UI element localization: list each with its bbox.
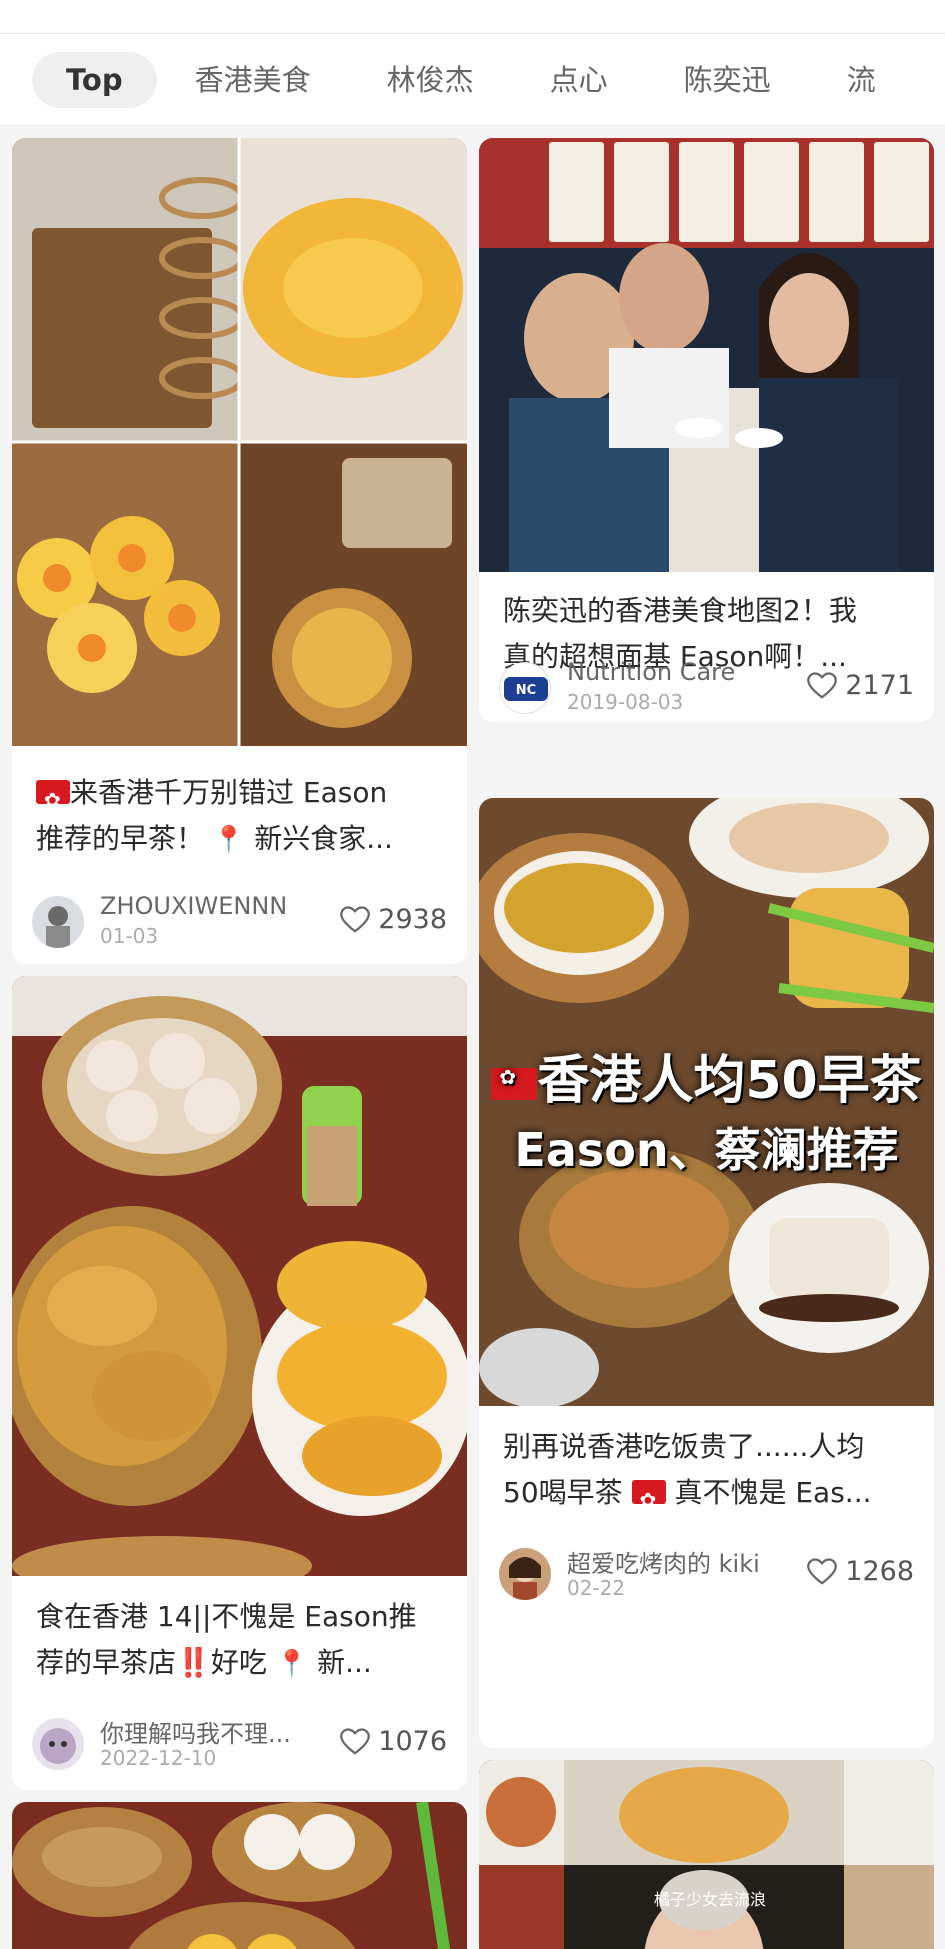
note-title-line2: 荐的早茶店 bbox=[36, 1646, 177, 1679]
note-title-line1: 食在香港 14||不愧是 Eason推 bbox=[36, 1600, 417, 1633]
author-name[interactable]: Nutrition Care bbox=[567, 658, 735, 686]
note-card[interactable]: 来香港千万别错过 Eason 推荐的早茶！ 📍 新兴食家... ZHOUXIWE… bbox=[12, 138, 467, 964]
avatar[interactable] bbox=[32, 1718, 84, 1770]
tab-more[interactable]: 流 bbox=[809, 52, 914, 108]
watermark-text: 橘子少女去流浪 bbox=[654, 1890, 766, 1909]
author-name[interactable]: ZHOUXIWENNN bbox=[100, 892, 287, 920]
note-title-line1: 陈奕迅的香港美食地图2！我 bbox=[503, 594, 857, 627]
masonry-feed: 来香港千万别错过 Eason 推荐的早茶！ 📍 新兴食家... ZHOUXIWE… bbox=[0, 126, 945, 1949]
note-meta: ZHOUXIWENNN 01-03 2938 bbox=[32, 890, 447, 950]
note-title-line1: 别再说香港吃饭贵了......人均 bbox=[503, 1430, 865, 1463]
note-card[interactable]: 橘子少女去流浪 bbox=[479, 1760, 934, 1949]
tab-hk-food[interactable]: 香港美食 bbox=[157, 52, 349, 108]
like-count: 2171 bbox=[845, 670, 914, 701]
tab-top[interactable]: Top bbox=[32, 51, 157, 108]
tab-eason-chan[interactable]: 陈奕迅 bbox=[646, 52, 809, 108]
pin-icon: 📍 bbox=[275, 1649, 309, 1679]
heart-icon bbox=[340, 1727, 371, 1755]
post-date: 2019-08-03 bbox=[567, 690, 684, 714]
svg-text:NC: NC bbox=[516, 683, 536, 698]
tab-jj-lin[interactable]: 林俊杰 bbox=[349, 52, 512, 108]
note-card[interactable]: 陈奕迅的香港美食地图2！我 真的超想面基 Eason啊！... NC Nutri… bbox=[479, 138, 934, 722]
note-title-end: 新... bbox=[317, 1646, 372, 1679]
heart-icon bbox=[340, 905, 371, 933]
author-name[interactable]: 你理解吗我不理... bbox=[100, 1714, 291, 1749]
note-title-line1: 来香港千万别错过 Eason bbox=[70, 776, 388, 809]
note-title: 来香港千万别错过 Eason 推荐的早茶！ 📍 新兴食家... bbox=[36, 770, 447, 863]
note-title: 食在香港 14||不愧是 Eason推 荐的早茶店‼️好吃 📍 新... bbox=[36, 1594, 447, 1687]
double-exclamation-icon: ‼️ bbox=[176, 1646, 211, 1679]
post-date: 2022-12-10 bbox=[100, 1746, 217, 1770]
like-count: 1268 bbox=[845, 1556, 914, 1587]
like-button[interactable]: 2938 bbox=[340, 904, 447, 935]
like-button[interactable]: 2171 bbox=[807, 670, 914, 701]
avatar[interactable]: NC bbox=[499, 662, 551, 714]
note-cover-image[interactable] bbox=[12, 138, 467, 746]
like-button[interactable]: 1076 bbox=[340, 1726, 447, 1757]
note-card[interactable]: 香港人均50早茶 Eason、蔡澜推荐 别再说香港吃饭贵了......人均 50… bbox=[479, 798, 934, 1748]
note-cover-image[interactable] bbox=[12, 1802, 467, 1949]
status-strip bbox=[0, 0, 945, 34]
note-cover-image[interactable] bbox=[479, 138, 934, 572]
note-title-line2: 50喝早茶 bbox=[503, 1476, 623, 1509]
note-title: 别再说香港吃饭贵了......人均 50喝早茶 真不愧是 Eas... bbox=[503, 1424, 914, 1516]
tab-dim-sum[interactable]: 点心 bbox=[512, 52, 646, 108]
note-title-line2: 推荐的早茶！ bbox=[36, 822, 205, 855]
like-count: 2938 bbox=[378, 904, 447, 935]
hk-flag-icon bbox=[491, 1065, 538, 1100]
avatar[interactable] bbox=[499, 1548, 551, 1600]
avatar[interactable] bbox=[32, 896, 84, 948]
note-cover-image[interactable]: 香港人均50早茶 Eason、蔡澜推荐 bbox=[479, 798, 934, 1406]
pin-icon: 📍 bbox=[212, 825, 246, 855]
hk-flag-icon bbox=[36, 777, 70, 823]
note-meta: 你理解吗我不理... 2022-12-10 1076 bbox=[32, 1712, 447, 1772]
note-meta: NC Nutrition Care 2019-08-03 2171 bbox=[499, 656, 914, 716]
hk-flag-icon bbox=[631, 1477, 666, 1516]
note-title-tail: 好吃 bbox=[210, 1646, 267, 1679]
cover-overlay-title: 香港人均50早茶 bbox=[479, 1038, 934, 1113]
like-count: 1076 bbox=[378, 1726, 447, 1757]
note-title-tail: 新兴食家... bbox=[254, 822, 393, 855]
heart-icon bbox=[807, 671, 838, 699]
post-date: 01-03 bbox=[100, 924, 159, 948]
note-card[interactable] bbox=[12, 1802, 467, 1949]
note-card[interactable]: 食在香港 14||不愧是 Eason推 荐的早茶店‼️好吃 📍 新... 你理解… bbox=[12, 976, 467, 1790]
post-date: 02-22 bbox=[567, 1576, 626, 1600]
note-cover-image[interactable] bbox=[12, 976, 467, 1576]
cover-overlay-subtitle: Eason、蔡澜推荐 bbox=[514, 1123, 899, 1177]
note-cover-image[interactable]: 橘子少女去流浪 bbox=[479, 1760, 934, 1949]
note-title-tail: 真不愧是 Eas... bbox=[674, 1476, 872, 1509]
note-meta: 超爱吃烤肉的 kiki 02-22 1268 bbox=[499, 1542, 914, 1602]
category-tabs: Top 香港美食 林俊杰 点心 陈奕迅 流 bbox=[0, 34, 945, 126]
author-name[interactable]: 超爱吃烤肉的 kiki bbox=[567, 1544, 760, 1579]
heart-icon bbox=[807, 1557, 838, 1585]
like-button[interactable]: 1268 bbox=[807, 1556, 914, 1587]
